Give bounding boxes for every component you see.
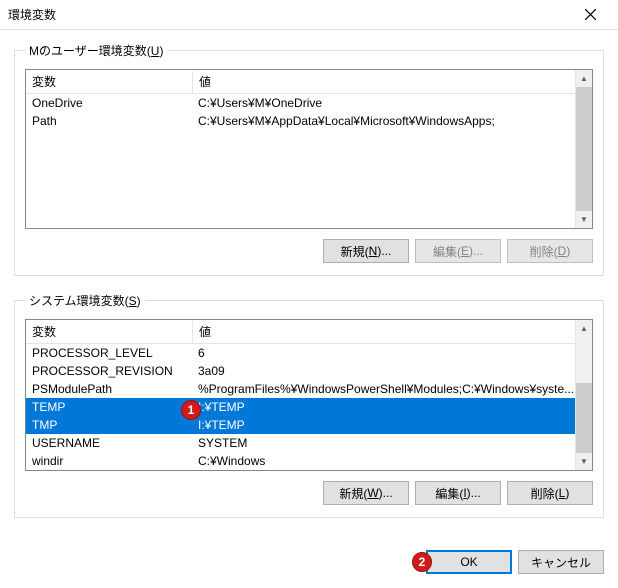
user-rows: OneDrive C:¥Users¥M¥OneDrive Path C:¥Use… [26, 94, 592, 130]
header-variable[interactable]: 変数 [26, 70, 192, 93]
table-row[interactable]: windirC:¥Windows [26, 452, 592, 470]
table-row[interactable]: Path C:¥Users¥M¥AppData¥Local¥Microsoft¥… [26, 112, 592, 130]
system-buttons: 新規(W)... 編集(I)... 削除(L) [25, 481, 593, 505]
list-header: 変数 値 [26, 320, 592, 344]
cell-name: OneDrive [26, 95, 192, 111]
scroll-track[interactable] [576, 87, 592, 211]
scroll-up-icon[interactable]: ▲ [576, 320, 592, 337]
cell-name: TMP [26, 417, 192, 433]
scroll-up-icon[interactable]: ▲ [576, 70, 592, 87]
ok-button[interactable]: OK [426, 550, 512, 574]
cell-value: 3a09 [192, 363, 592, 379]
cell-name: USERNAME [26, 435, 192, 451]
list-header: 変数 値 [26, 70, 592, 94]
window-title: 環境変数 [8, 6, 570, 23]
user-variables-legend: Mのユーザー環境変数(U) [25, 42, 167, 59]
annotation-2: 2 [412, 552, 432, 572]
system-edit-button[interactable]: 編集(I)... [415, 481, 501, 505]
system-delete-button[interactable]: 削除(L) [507, 481, 593, 505]
cell-value: C:¥Users¥M¥OneDrive [192, 95, 592, 111]
user-new-button[interactable]: 新規(N)... [323, 239, 409, 263]
table-row[interactable]: PROCESSOR_LEVEL6 [26, 344, 592, 362]
dialog-footer: 2 OK キャンセル [0, 544, 618, 588]
cell-value: I:¥TEMP [192, 417, 592, 433]
scroll-thumb[interactable] [576, 383, 592, 453]
scroll-thumb[interactable] [576, 87, 592, 211]
user-delete-button: 削除(D) [507, 239, 593, 263]
user-variables-list[interactable]: 変数 値 OneDrive C:¥Users¥M¥OneDrive Path C… [25, 69, 593, 229]
close-icon [585, 9, 596, 20]
table-row[interactable]: OneDrive C:¥Users¥M¥OneDrive [26, 94, 592, 112]
table-row[interactable]: TEMPI:¥TEMP [26, 398, 592, 416]
scrollbar[interactable]: ▲ ▼ [575, 320, 592, 470]
user-variables-group: Mのユーザー環境変数(U) 変数 値 OneDrive C:¥Users¥M¥O… [14, 42, 604, 276]
dialog-content: Mのユーザー環境変数(U) 変数 値 OneDrive C:¥Users¥M¥O… [0, 30, 618, 544]
system-variables-legend: システム環境変数(S) [25, 292, 145, 309]
cell-value: %ProgramFiles%¥WindowsPowerShell¥Modules… [192, 381, 592, 397]
user-buttons: 新規(N)... 編集(E)... 削除(D) [25, 239, 593, 263]
scroll-track[interactable] [576, 337, 592, 453]
annotation-1: 1 [181, 400, 201, 420]
header-value[interactable]: 値 [193, 70, 592, 93]
header-value[interactable]: 値 [193, 320, 592, 343]
cell-value: C:¥Users¥M¥AppData¥Local¥Microsoft¥Windo… [192, 113, 592, 129]
system-rows: PROCESSOR_LEVEL6 PROCESSOR_REVISION3a09 … [26, 344, 592, 470]
title-bar: 環境変数 [0, 0, 618, 30]
header-variable[interactable]: 変数 [26, 320, 192, 343]
cell-name: PROCESSOR_LEVEL [26, 345, 192, 361]
cell-name: TEMP [26, 399, 192, 415]
user-edit-button: 編集(E)... [415, 239, 501, 263]
cell-name: windir [26, 453, 192, 469]
cell-name: PROCESSOR_REVISION [26, 363, 192, 379]
cell-name: Path [26, 113, 192, 129]
cell-name: PSModulePath [26, 381, 192, 397]
scroll-down-icon[interactable]: ▼ [576, 211, 592, 228]
table-row[interactable]: PSModulePath%ProgramFiles%¥WindowsPowerS… [26, 380, 592, 398]
scrollbar[interactable]: ▲ ▼ [575, 70, 592, 228]
cell-value: 6 [192, 345, 592, 361]
table-row[interactable]: PROCESSOR_REVISION3a09 [26, 362, 592, 380]
close-button[interactable] [570, 0, 610, 29]
cancel-button[interactable]: キャンセル [518, 550, 604, 574]
cell-value: I:¥TEMP [192, 399, 592, 415]
cell-value: C:¥Windows [192, 453, 592, 469]
system-variables-group: システム環境変数(S) 1 変数 値 PROCESSOR_LEVEL6 PROC… [14, 292, 604, 518]
table-row[interactable]: USERNAMESYSTEM [26, 434, 592, 452]
cell-value: SYSTEM [192, 435, 592, 451]
table-row[interactable]: TMPI:¥TEMP [26, 416, 592, 434]
scroll-down-icon[interactable]: ▼ [576, 453, 592, 470]
system-variables-list[interactable]: 1 変数 値 PROCESSOR_LEVEL6 PROCESSOR_REVISI… [25, 319, 593, 471]
system-new-button[interactable]: 新規(W)... [323, 481, 409, 505]
